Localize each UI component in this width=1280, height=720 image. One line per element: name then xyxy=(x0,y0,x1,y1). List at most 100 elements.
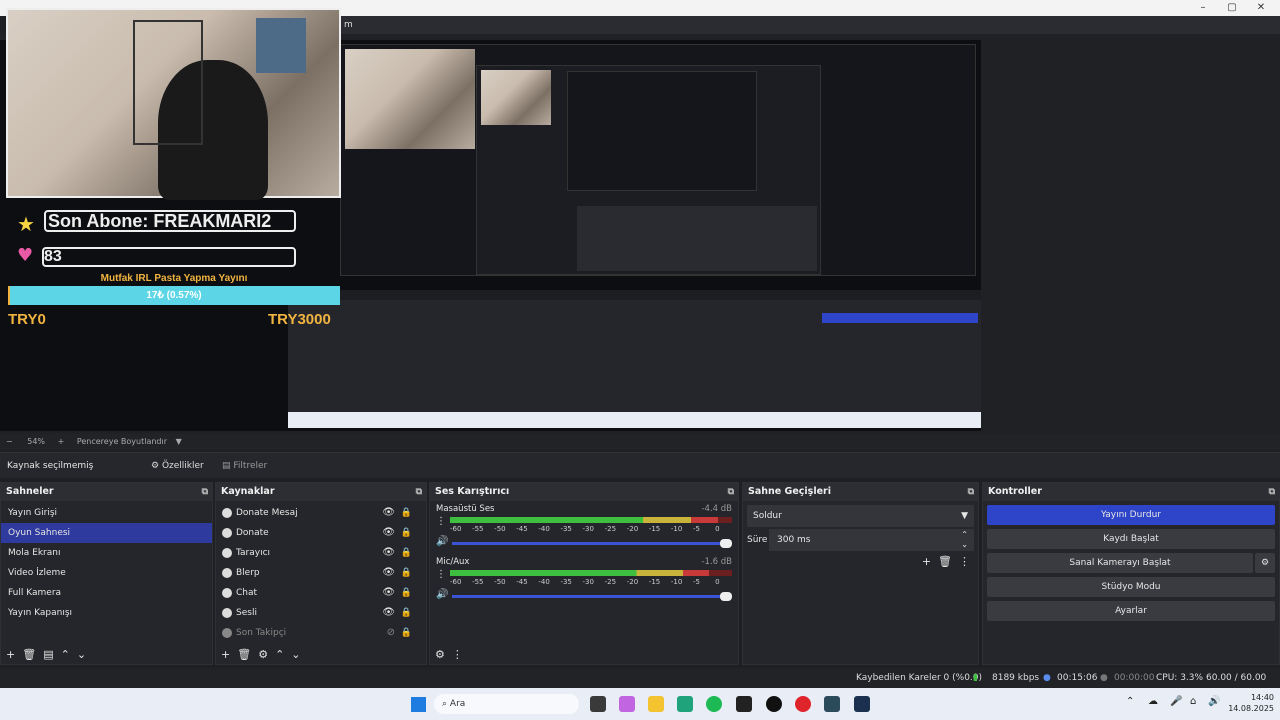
zoom-value[interactable]: 54% xyxy=(27,437,45,446)
lock-icon[interactable]: 🔒 xyxy=(401,523,412,543)
eye-hidden-icon[interactable]: ⊘ xyxy=(387,623,395,643)
close-button[interactable]: ✕ xyxy=(1246,0,1276,16)
filter-icon[interactable]: ▤ xyxy=(43,648,53,661)
studio-mode-button[interactable]: Stüdyo Modu xyxy=(987,577,1275,597)
scale-tick: -50 xyxy=(494,525,506,533)
trash-icon[interactable]: 🗑 xyxy=(22,648,36,661)
volume-slider[interactable] xyxy=(452,539,732,548)
scene-item[interactable]: Video İzleme xyxy=(1,563,212,583)
cloud-icon[interactable]: ☁ xyxy=(1148,696,1158,707)
source-item[interactable]: Chat 👁 🔒 xyxy=(222,583,426,603)
filters-button[interactable]: ▤ Filtreler xyxy=(222,453,267,479)
app-icon[interactable] xyxy=(736,696,752,712)
add-icon[interactable]: + xyxy=(221,648,230,661)
move-up-icon[interactable]: ⌃ xyxy=(61,648,70,661)
eye-icon[interactable]: 👁 xyxy=(382,523,395,543)
start-recording-button[interactable]: Kaydı Başlat xyxy=(987,529,1275,549)
menu-fragment[interactable]: m xyxy=(344,20,353,30)
tray-chevron-icon[interactable]: ⌃ xyxy=(1126,696,1134,707)
spotify-icon[interactable] xyxy=(706,696,722,712)
volume-slider[interactable] xyxy=(452,592,732,601)
properties-button[interactable]: ⚙ Özellikler xyxy=(151,453,204,479)
speaker-icon[interactable]: 🔊 xyxy=(436,589,448,600)
advanced-audio-icon[interactable]: ⚙ xyxy=(435,648,445,661)
trash-icon[interactable]: 🗑 xyxy=(237,648,251,661)
float-icon[interactable]: ⧉ xyxy=(968,483,974,501)
nested-docks xyxy=(577,206,817,271)
gear-icon[interactable]: ⚙ xyxy=(258,648,268,661)
copilot-icon[interactable] xyxy=(619,696,635,712)
stop-streaming-button[interactable]: Yayını Durdur xyxy=(987,505,1275,525)
more-icon[interactable]: ⋮ xyxy=(436,516,446,527)
chevron-down-icon[interactable]: ⌄ xyxy=(961,534,968,556)
eye-icon[interactable]: 👁 xyxy=(382,603,395,623)
clock[interactable]: 14:40 14.08.2025 xyxy=(1224,692,1274,714)
zoom-in-button[interactable]: + xyxy=(58,437,65,446)
windows-start-icon[interactable] xyxy=(411,697,426,712)
transition-select[interactable]: Soldur ▼ xyxy=(747,505,974,527)
trash-icon[interactable]: 🗑 xyxy=(938,555,952,568)
zoom-mode[interactable]: Pencereye Boyutlandır xyxy=(77,437,167,446)
source-item[interactable]: Sesli 👁 🔒 xyxy=(222,603,426,623)
add-icon[interactable]: + xyxy=(922,555,931,568)
scene-item[interactable]: Yayın Kapanışı xyxy=(1,603,212,623)
taskbar-search[interactable]: ⌕ Ara xyxy=(434,694,579,714)
move-down-icon[interactable]: ⌄ xyxy=(77,648,86,661)
more-icon[interactable]: ⋮ xyxy=(452,648,463,661)
mic-icon[interactable]: 🎤 xyxy=(1170,696,1182,707)
minimize-button[interactable]: – xyxy=(1188,0,1218,16)
source-item[interactable]: Donate Mesaj 👁 🔒 xyxy=(222,503,426,523)
lock-icon[interactable]: 🔒 xyxy=(401,603,412,623)
task-view-icon[interactable] xyxy=(590,696,606,712)
lock-icon[interactable]: 🔒 xyxy=(401,503,412,523)
eye-icon[interactable]: 👁 xyxy=(382,503,395,523)
float-icon[interactable]: ⧉ xyxy=(416,483,422,501)
start-virtual-camera-button[interactable]: Sanal Kamerayı Başlat xyxy=(987,553,1253,573)
source-item[interactable]: Blerp 👁 🔒 xyxy=(222,563,426,583)
gear-icon[interactable]: ⚙ xyxy=(1255,553,1275,573)
float-icon[interactable]: ⧉ xyxy=(202,483,208,501)
scene-item[interactable]: Mola Ekranı xyxy=(1,543,212,563)
duration-input[interactable]: 300 ms ⌃ ⌄ xyxy=(769,529,974,551)
eye-icon[interactable]: 👁 xyxy=(382,563,395,583)
scene-item[interactable]: Yayın Girişi xyxy=(1,503,212,523)
network-icon[interactable]: ⌂ xyxy=(1190,696,1196,707)
eye-icon[interactable]: 👁 xyxy=(382,543,395,563)
lock-icon[interactable]: 🔒 xyxy=(401,583,412,603)
volume-slider-handle[interactable] xyxy=(720,539,732,548)
file-explorer-icon[interactable] xyxy=(648,696,664,712)
obs-icon[interactable] xyxy=(766,696,782,712)
lock-icon[interactable]: 🔒 xyxy=(401,543,412,563)
settings-button[interactable]: Ayarlar xyxy=(987,601,1275,621)
source-item[interactable]: Tarayıcı 👁 🔒 xyxy=(222,543,426,563)
add-icon[interactable]: + xyxy=(6,648,15,661)
app3-icon[interactable] xyxy=(854,696,870,712)
lock-icon[interactable]: 🔒 xyxy=(401,623,412,643)
chevron-down-icon[interactable]: ▼ xyxy=(176,437,182,446)
float-icon[interactable]: ⧉ xyxy=(1269,483,1275,501)
volume-slider-handle[interactable] xyxy=(720,592,732,601)
move-down-icon[interactable]: ⌄ xyxy=(291,648,300,661)
more-icon[interactable]: ⋮ xyxy=(436,569,446,580)
scene-item[interactable]: Full Kamera xyxy=(1,583,212,603)
eye-icon[interactable]: 👁 xyxy=(382,583,395,603)
lock-icon[interactable]: 🔒 xyxy=(401,563,412,583)
speaker-icon[interactable]: 🔊 xyxy=(436,536,448,547)
maximize-button[interactable]: ▢ xyxy=(1217,0,1247,16)
volume-icon[interactable]: 🔊 xyxy=(1208,696,1220,707)
edge-icon[interactable] xyxy=(677,696,693,712)
zoom-out-button[interactable]: − xyxy=(6,437,13,446)
opera-icon[interactable] xyxy=(795,696,811,712)
scene-item[interactable]: Oyun Sahnesi xyxy=(1,523,212,543)
source-item[interactable]: Donate 👁 🔒 xyxy=(222,523,426,543)
move-up-icon[interactable]: ⌃ xyxy=(275,648,284,661)
volume-meter-fill xyxy=(450,517,718,523)
menu-bar[interactable]: m xyxy=(340,16,1280,34)
app2-icon[interactable] xyxy=(824,696,840,712)
scale-tick: -40 xyxy=(538,525,550,533)
float-icon[interactable]: ⧉ xyxy=(728,483,734,501)
scale-tick: -25 xyxy=(604,578,617,586)
more-icon[interactable]: ⋮ xyxy=(959,555,970,568)
source-item[interactable]: Son Takipçi ⊘ 🔒 xyxy=(222,623,426,643)
program-canvas[interactable]: ★ Son Abone: FREAKMARI2 ♥ 83 Mutfak IRL … xyxy=(0,8,981,431)
